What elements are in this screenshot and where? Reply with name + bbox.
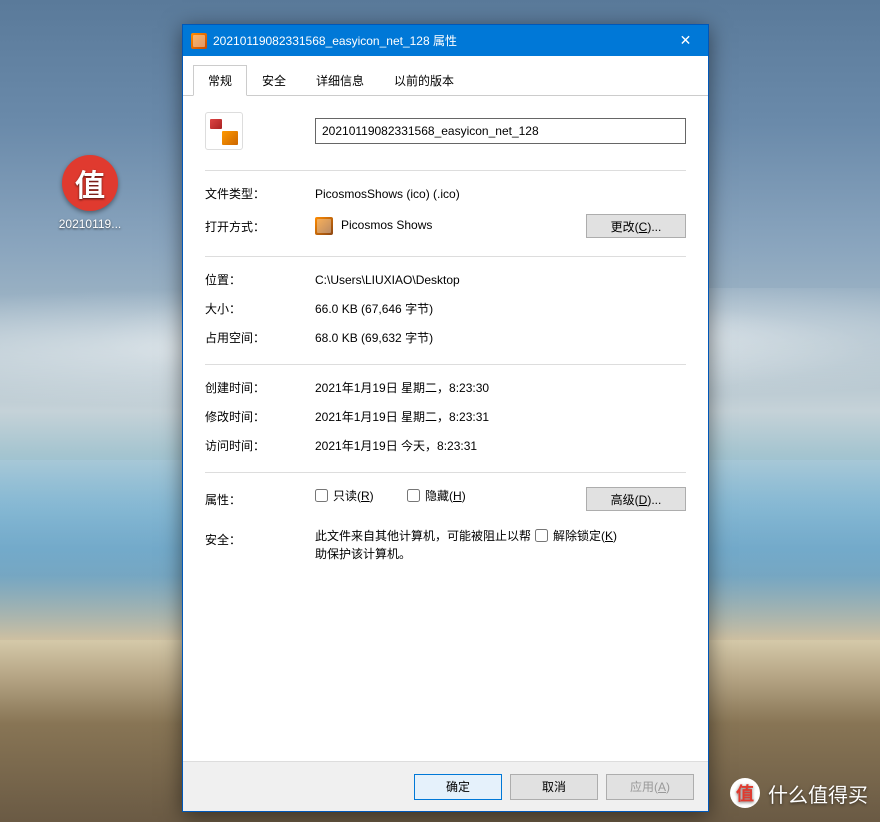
apply-button[interactable]: 应用(A) bbox=[606, 774, 694, 800]
watermark-icon: 值 bbox=[730, 778, 760, 808]
hidden-checkbox[interactable]: 隐藏(H) bbox=[407, 487, 466, 504]
readonly-checkbox[interactable]: 只读(R) bbox=[315, 487, 374, 504]
value-modified: 2021年1月19日 星期二，8:23:31 bbox=[315, 408, 686, 425]
titlebar[interactable]: 20210119082331568_easyicon_net_128 属性 ✕ bbox=[183, 25, 708, 56]
titlebar-file-icon bbox=[191, 33, 207, 49]
value-size: 66.0 KB (67,646 字节) bbox=[315, 300, 686, 317]
value-filetype: PicosmosShows (ico) (.ico) bbox=[315, 187, 686, 201]
general-panel: 文件类型： PicosmosShows (ico) (.ico) 打开方式： P… bbox=[183, 96, 708, 761]
filename-input[interactable] bbox=[315, 118, 686, 144]
label-location: 位置： bbox=[205, 271, 315, 288]
ok-button[interactable]: 确定 bbox=[414, 774, 502, 800]
label-sizeondisk: 占用空间： bbox=[205, 329, 315, 346]
divider bbox=[205, 472, 686, 473]
advanced-button[interactable]: 高级(D)... bbox=[586, 487, 686, 511]
security-text: 此文件来自其他计算机，可能被阻止以帮助保护该计算机。 bbox=[315, 527, 535, 563]
tab-previous-versions[interactable]: 以前的版本 bbox=[379, 65, 469, 96]
value-accessed: 2021年1月19日 今天，8:23:31 bbox=[315, 437, 686, 454]
label-created: 创建时间： bbox=[205, 379, 315, 396]
label-openwith: 打开方式： bbox=[205, 218, 315, 235]
desktop-file-label: 20210119... bbox=[40, 217, 140, 231]
watermark: 值 什么值得买 bbox=[730, 778, 868, 808]
tab-general[interactable]: 常规 bbox=[193, 65, 247, 96]
titlebar-title: 20210119082331568_easyicon_net_128 属性 bbox=[213, 32, 663, 49]
divider bbox=[205, 170, 686, 171]
value-sizeondisk: 68.0 KB (69,632 字节) bbox=[315, 329, 686, 346]
divider bbox=[205, 364, 686, 365]
label-modified: 修改时间： bbox=[205, 408, 315, 425]
value-location: C:\Users\LIUXIAO\Desktop bbox=[315, 273, 686, 287]
label-attributes: 属性： bbox=[205, 487, 315, 508]
value-openwith: Picosmos Shows bbox=[315, 217, 586, 235]
file-type-icon bbox=[205, 112, 243, 150]
tab-security[interactable]: 安全 bbox=[247, 65, 301, 96]
label-filetype: 文件类型： bbox=[205, 185, 315, 202]
properties-dialog: 20210119082331568_easyicon_net_128 属性 ✕ … bbox=[182, 24, 709, 812]
change-button[interactable]: 更改(C)... bbox=[586, 214, 686, 238]
watermark-text: 什么值得买 bbox=[768, 779, 868, 808]
openwith-app-name: Picosmos Shows bbox=[341, 218, 432, 232]
divider bbox=[205, 256, 686, 257]
dialog-footer: 确定 取消 应用(A) bbox=[183, 761, 708, 811]
desktop-file-icon[interactable]: 值 20210119... bbox=[40, 155, 140, 231]
close-icon[interactable]: ✕ bbox=[663, 25, 708, 56]
tab-strip: 常规 安全 详细信息 以前的版本 bbox=[183, 56, 708, 96]
value-created: 2021年1月19日 星期二，8:23:30 bbox=[315, 379, 686, 396]
unblock-checkbox[interactable]: 解除锁定(K) bbox=[535, 527, 617, 544]
cancel-button[interactable]: 取消 bbox=[510, 774, 598, 800]
label-accessed: 访问时间： bbox=[205, 437, 315, 454]
label-security: 安全： bbox=[205, 527, 315, 548]
file-icon-badge: 值 bbox=[62, 155, 118, 211]
label-size: 大小： bbox=[205, 300, 315, 317]
tab-details[interactable]: 详细信息 bbox=[301, 65, 379, 96]
app-icon bbox=[315, 217, 333, 235]
